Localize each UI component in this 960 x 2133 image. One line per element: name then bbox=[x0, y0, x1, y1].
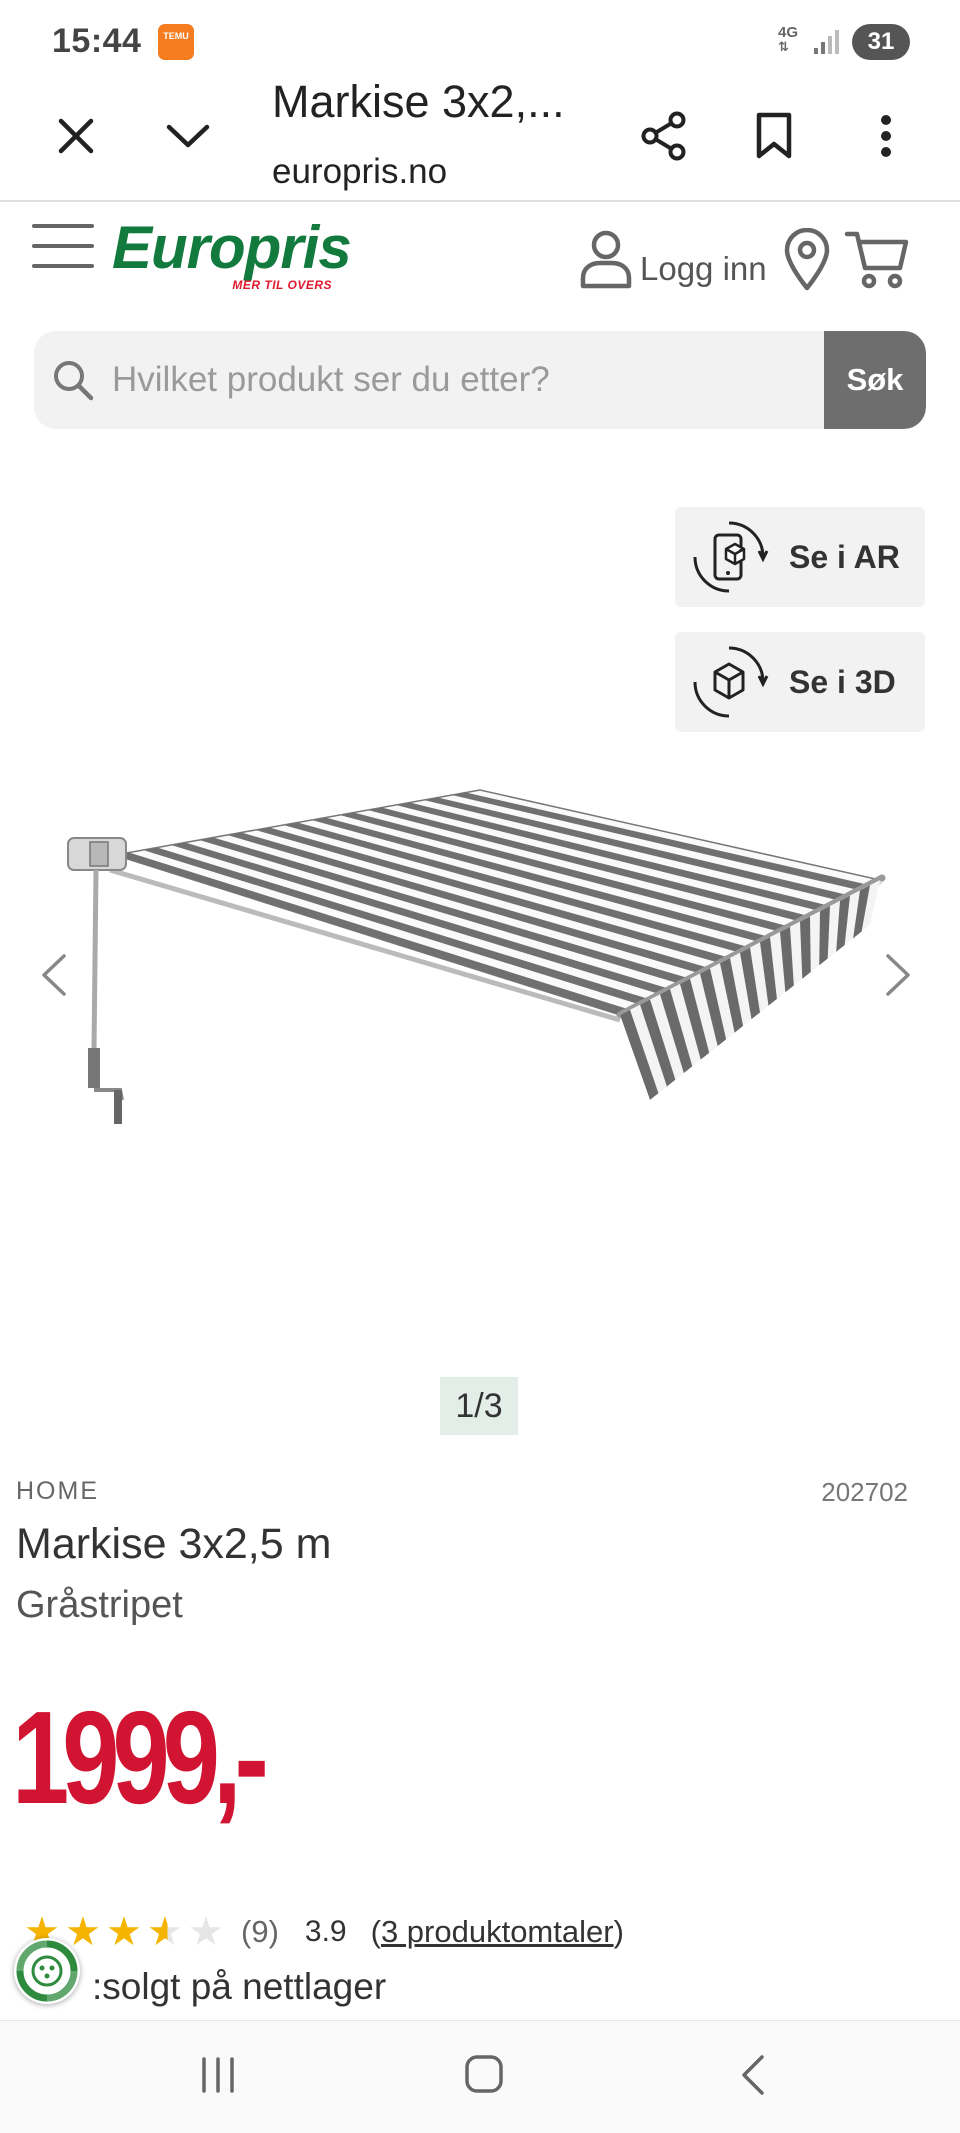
status-time: 15:44 bbox=[52, 22, 142, 60]
data-arrows-icon: ⇅ bbox=[778, 39, 789, 54]
hamburger-icon bbox=[32, 224, 94, 228]
more-vertical-icon bbox=[881, 115, 891, 157]
reviews-link-text[interactable]: 3 produktomtaler bbox=[381, 1914, 614, 1949]
page-url[interactable]: europris.no bbox=[272, 152, 447, 192]
product-variant: Gråstripet bbox=[16, 1584, 183, 1626]
eco-badge-icon[interactable] bbox=[14, 1938, 80, 2004]
ar-phone-icon bbox=[693, 521, 769, 593]
star-icon: ★ bbox=[65, 1910, 101, 1954]
star-icon: ★ bbox=[106, 1910, 142, 1954]
star-icon: ★ bbox=[147, 1912, 188, 1952]
bookmark-button[interactable] bbox=[748, 108, 800, 164]
battery-indicator: 31 bbox=[852, 24, 910, 60]
android-nav-bar bbox=[0, 2020, 960, 2133]
share-icon bbox=[641, 111, 686, 161]
back-button[interactable] bbox=[738, 2053, 768, 2097]
product-price: 1999,- bbox=[12, 1684, 269, 1831]
reviews-link[interactable]: (3 produktomtaler) bbox=[371, 1914, 624, 1950]
page-title: Markise 3x2,... bbox=[272, 76, 565, 127]
temu-notification-icon: TEMU bbox=[158, 24, 194, 60]
home-button[interactable] bbox=[464, 2053, 504, 2095]
more-options-button[interactable] bbox=[868, 106, 904, 166]
product-sku: 202702 bbox=[821, 1477, 908, 1507]
cart-icon[interactable] bbox=[844, 228, 910, 290]
signal-icon bbox=[814, 30, 839, 54]
rating-count: (9) bbox=[241, 1914, 279, 1949]
gallery-counter: 1/3 bbox=[440, 1377, 518, 1435]
europris-logo[interactable]: Europris MER TIL OVERS bbox=[112, 214, 352, 294]
product-image-awning[interactable] bbox=[60, 770, 900, 1170]
menu-button[interactable] bbox=[32, 224, 94, 270]
search-bar: Søk bbox=[34, 331, 926, 429]
close-icon bbox=[58, 118, 94, 154]
logo-text: Europris bbox=[112, 214, 352, 281]
status-bar: 15:44 TEMU 4G ⇅ 31 bbox=[0, 0, 960, 80]
view-in-ar-label: Se i AR bbox=[789, 538, 900, 575]
star-icon: ★ bbox=[188, 1910, 224, 1954]
3d-cube-icon bbox=[693, 646, 769, 718]
bookmark-icon bbox=[756, 112, 792, 159]
view-in-3d-button[interactable]: Se i 3D bbox=[675, 632, 925, 732]
recent-apps-button[interactable] bbox=[198, 2055, 238, 2095]
minimize-page-button[interactable] bbox=[160, 114, 216, 158]
product-title: Markise 3x2,5 m bbox=[16, 1520, 332, 1568]
store-locator-icon[interactable] bbox=[782, 228, 832, 292]
rating-average: 3.9 bbox=[304, 1915, 347, 1948]
search-icon bbox=[54, 361, 94, 401]
login-button[interactable]: Logg inn bbox=[580, 228, 767, 290]
network-type-label: 4G ⇅ bbox=[778, 25, 798, 54]
stock-status: :solgt på nettlager bbox=[92, 1966, 387, 2007]
rating-row: ★ ★ ★ ★ ★ (9) 3.9 (3 produktomtaler) bbox=[24, 1908, 624, 1956]
browser-toolbar: Markise 3x2,... europris.no bbox=[0, 76, 960, 202]
login-label: Logg inn bbox=[640, 250, 767, 287]
chevron-down-icon bbox=[166, 124, 210, 148]
search-button[interactable]: Søk bbox=[824, 331, 926, 429]
close-tab-button[interactable] bbox=[50, 110, 102, 162]
view-in-ar-button[interactable]: Se i AR bbox=[675, 507, 925, 607]
product-brand[interactable]: HOME bbox=[16, 1477, 99, 1506]
logo-tagline: MER TIL OVERS bbox=[232, 278, 332, 292]
search-input[interactable] bbox=[112, 331, 852, 429]
user-icon bbox=[580, 230, 632, 289]
share-button[interactable] bbox=[636, 108, 692, 164]
view-in-3d-label: Se i 3D bbox=[789, 663, 896, 700]
